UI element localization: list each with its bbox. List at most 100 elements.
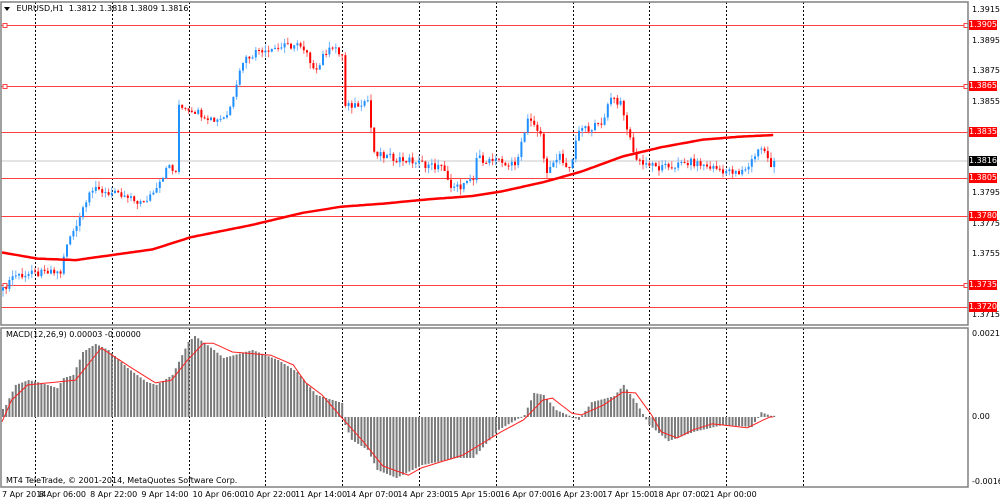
candle-bear xyxy=(133,196,136,201)
macd-histogram-bar xyxy=(763,413,766,417)
candle-bull xyxy=(744,169,747,171)
macd-histogram-bar xyxy=(2,408,4,417)
candle-bear xyxy=(34,270,36,272)
candle-bear xyxy=(187,108,190,111)
price-chart[interactable] xyxy=(0,0,1000,502)
candle-bull xyxy=(510,161,513,166)
macd-histogram-bar xyxy=(715,417,718,427)
candle-bull xyxy=(238,70,241,85)
macd-histogram-bar xyxy=(274,358,276,417)
candle-bear xyxy=(286,43,289,45)
candle-bear xyxy=(290,43,292,49)
candle-bull xyxy=(453,186,456,188)
macd-histogram-bar xyxy=(114,356,116,417)
macd-tick-label: -0.00167 xyxy=(972,477,1000,486)
macd-histogram-bar xyxy=(98,345,100,417)
macd-histogram-bar xyxy=(578,417,580,420)
macd-histogram-bar xyxy=(434,417,436,463)
macd-histogram-bar xyxy=(216,352,219,417)
macd-histogram-bar xyxy=(494,417,497,434)
level-price-label: 1.3720 xyxy=(969,302,997,313)
macd-histogram-bar xyxy=(472,417,475,458)
macd-histogram-bar xyxy=(53,387,56,417)
candle-bull xyxy=(645,163,648,165)
macd-histogram-bar xyxy=(82,352,84,417)
candle-bull xyxy=(494,158,497,161)
macd-histogram-bar xyxy=(75,367,78,417)
macd-histogram-bar xyxy=(27,380,30,417)
candle-bull xyxy=(664,163,667,166)
level-price-label: 1.3735 xyxy=(969,279,997,290)
macd-histogram-bar xyxy=(549,402,552,417)
time-tick-label: 10 Apr 22:00 xyxy=(243,490,296,499)
level-price-label: 1.3905 xyxy=(969,20,997,31)
candle-bull xyxy=(590,130,593,132)
candle-bear xyxy=(766,151,769,159)
candle-bull xyxy=(245,56,248,63)
macd-histogram-bar xyxy=(440,417,443,462)
macd-histogram-bar xyxy=(728,417,731,426)
candle-bear xyxy=(184,107,187,109)
time-tick-label: 16 Apr 07:00 xyxy=(499,490,552,499)
candle-bear xyxy=(450,179,452,188)
macd-histogram-bar xyxy=(43,383,46,417)
candle-bear xyxy=(117,190,120,193)
candle-bear xyxy=(667,163,670,168)
macd-histogram-bar xyxy=(59,383,62,417)
macd-histogram-bar xyxy=(629,393,632,417)
candle-bear xyxy=(715,166,718,169)
candle-bull xyxy=(232,96,235,107)
price-tick-label: 1.3855 xyxy=(972,96,1000,106)
candle-bear xyxy=(434,163,436,170)
candle-bull xyxy=(139,201,142,204)
candle-bear xyxy=(424,161,427,169)
candle-bear xyxy=(459,184,462,190)
candle-bull xyxy=(418,160,420,163)
candle-bull xyxy=(661,165,664,171)
candle-bear xyxy=(642,160,644,165)
candle-bull xyxy=(488,158,491,164)
macd-histogram-bar xyxy=(571,417,574,418)
macd-histogram-bar xyxy=(88,347,91,417)
candle-bear xyxy=(622,100,625,116)
candle-bear xyxy=(738,171,740,175)
macd-histogram-bar xyxy=(158,382,161,417)
macd-histogram-bar xyxy=(530,400,532,417)
candle-bear xyxy=(722,169,724,174)
candle-bull xyxy=(91,190,94,193)
macd-histogram-bar xyxy=(69,375,72,417)
macd-histogram-bar xyxy=(645,417,648,420)
macd-histogram-bar xyxy=(270,357,273,417)
macd-histogram-bar xyxy=(30,380,33,417)
candle-bear xyxy=(213,117,216,122)
macd-histogram-bar xyxy=(322,396,324,417)
candle-bull xyxy=(168,165,171,169)
macd-histogram-bar xyxy=(238,353,241,417)
candle-bear xyxy=(331,47,334,49)
candle-bull xyxy=(222,117,225,119)
macd-histogram-bar xyxy=(565,414,568,417)
candle-bull xyxy=(24,275,27,278)
macd-histogram-bar xyxy=(606,397,609,417)
candle-bull xyxy=(296,43,299,46)
price-tick-label: 1.3915 xyxy=(972,5,1000,14)
candle-bull xyxy=(469,178,472,181)
macd-histogram-bar xyxy=(187,341,190,417)
time-tick-label: 15 Apr 15:00 xyxy=(448,490,501,499)
macd-histogram-bar xyxy=(62,378,65,417)
candle-bear xyxy=(312,63,315,69)
price-tick-label: 1.3895 xyxy=(972,35,1000,45)
macd-histogram-bar xyxy=(206,345,209,417)
level-marker-icon xyxy=(2,23,8,28)
macd-histogram-bar xyxy=(152,383,155,417)
macd-histogram-bar xyxy=(168,376,171,417)
candle-bull xyxy=(66,244,68,257)
dropdown-triangle-icon[interactable] xyxy=(4,6,10,11)
candle-bear xyxy=(613,97,616,99)
macd-histogram-bar xyxy=(683,417,686,436)
candle-bear xyxy=(171,165,174,171)
candle-bull xyxy=(584,126,587,129)
candle-bear xyxy=(763,148,766,152)
macd-histogram-bar xyxy=(229,356,232,417)
candle-bull xyxy=(549,166,552,174)
